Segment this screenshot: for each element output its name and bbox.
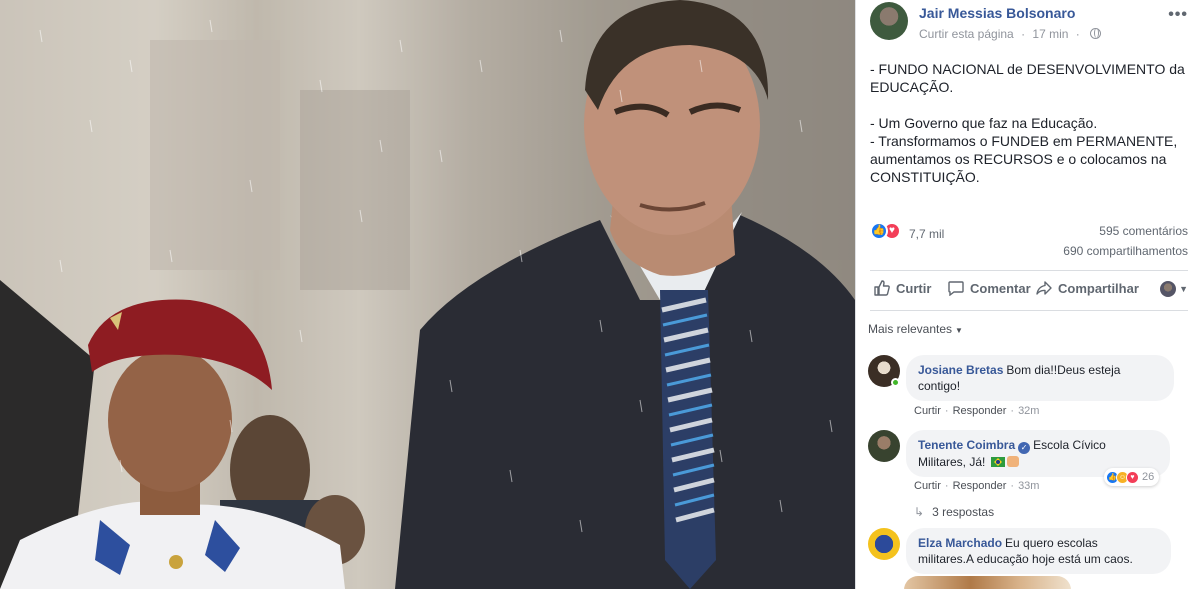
comment-reply-link[interactable]: Responder: [953, 405, 1007, 417]
comments-count[interactable]: 595 comentários: [1099, 224, 1188, 238]
viewer-avatar: [1160, 281, 1177, 297]
like-button[interactable]: Curtir: [874, 280, 931, 296]
sort-label: Mais relevantes: [868, 322, 953, 336]
commenter-name[interactable]: Tenente Coimbra: [918, 438, 1015, 452]
view-replies-link[interactable]: ↳ 3 respostas: [914, 505, 994, 519]
comment-like-link[interactable]: Curtir: [914, 405, 941, 417]
shares-count[interactable]: 690 compartilhamentos: [1063, 244, 1188, 258]
post-text-line: - Um Governo que faz na Educação.: [870, 115, 1098, 131]
reply-arrow-icon: ↳: [914, 505, 925, 519]
divider: [870, 270, 1188, 271]
comment-text: contigo!: [918, 379, 961, 393]
post-as-selector[interactable]: ▼: [1160, 281, 1188, 297]
comment-label: Comentar: [970, 280, 1031, 296]
comment-text: Escola Cívico: [1033, 438, 1106, 452]
comment-time[interactable]: 32m: [1018, 405, 1039, 417]
post-text-line: - FUNDO NACIONAL de DESENVOLVIMENTO da: [870, 61, 1185, 77]
comment-bubble: Elza Marchado Eu quero escolas militares.…: [906, 528, 1171, 574]
comment-actions: Curtir · Responder · 32m: [914, 405, 1040, 417]
commenter-avatar[interactable]: [868, 528, 900, 560]
reaction-count[interactable]: 7,7 mil: [909, 227, 944, 241]
post-text: - FUNDO NACIONAL de DESENVOLVIMENTO da E…: [870, 60, 1188, 186]
commenter-name[interactable]: Josiane Bretas: [918, 363, 1003, 377]
replies-label: 3 respostas: [932, 505, 995, 519]
post-panel: Jair Messias Bolsonaro Curtir esta págin…: [855, 0, 1200, 589]
photo-scene: [0, 0, 855, 589]
comment-text: Bom dia!!Deus esteja: [1006, 363, 1121, 377]
comment-icon: [948, 281, 964, 296]
fist-emoji-icon: [1006, 456, 1019, 467]
comment-like-link[interactable]: Curtir: [914, 480, 941, 492]
post-text-line: [870, 96, 1188, 114]
post-actions: Curtir Comentar Compartilhar ▼: [870, 278, 1188, 304]
love-reaction-icon: ♥: [1126, 470, 1139, 484]
share-label: Compartilhar: [1058, 280, 1139, 296]
caret-down-icon: ▼: [1179, 284, 1188, 294]
comment-text: Militares, Já!: [918, 455, 986, 469]
post-meta: Curtir esta página · 17 min ·: [919, 27, 1102, 41]
commenter-avatar[interactable]: [868, 430, 900, 462]
post-text-line: EDUCAÇÃO.: [870, 79, 954, 95]
reactions-bar: 👍 ♥ 7,7 mil 595 comentários 690 comparti…: [870, 222, 1188, 262]
online-status-icon: [891, 378, 900, 387]
divider: [870, 310, 1188, 311]
post-time[interactable]: 17 min: [1032, 27, 1068, 41]
post-text-line: - Transformamos o FUNDEB em PERMANENTE,: [870, 133, 1178, 149]
post-text-line: aumentamos os RECURSOS e o colocamos na: [870, 151, 1167, 167]
post-header: Jair Messias Bolsonaro Curtir esta págin…: [870, 2, 1190, 44]
comment-actions: Curtir · Responder · 33m: [914, 480, 1040, 492]
comment-text: Eu quero escolas: [1005, 536, 1098, 550]
like-page-link[interactable]: Curtir esta página: [919, 27, 1014, 41]
share-button[interactable]: Compartilhar: [1036, 280, 1139, 296]
verified-badge-icon: ✓: [1018, 442, 1031, 454]
commenter-name[interactable]: Elza Marchado: [918, 536, 1002, 550]
comment-sort-dropdown[interactable]: Mais relevantes ▼: [868, 322, 963, 336]
more-horizontal-icon[interactable]: •••: [1168, 6, 1188, 24]
like-reaction-icon: 👍: [870, 222, 888, 240]
meta-separator: ·: [1021, 27, 1026, 41]
thumbs-up-icon: [874, 280, 890, 296]
author-avatar[interactable]: [870, 2, 908, 40]
comment-reaction-count: 26: [1142, 471, 1155, 483]
comment-image-preview[interactable]: [904, 576, 1071, 589]
comment-reply-link[interactable]: Responder: [953, 480, 1007, 492]
globe-icon: [1090, 28, 1102, 39]
caret-down-icon: ▼: [955, 326, 963, 335]
post-text-line: CONSTITUIÇÃO.: [870, 169, 980, 185]
comment-time[interactable]: 33m: [1018, 480, 1039, 492]
post-photo[interactable]: [0, 0, 855, 589]
brazil-flag-icon: [990, 457, 1005, 467]
like-label: Curtir: [896, 280, 932, 296]
comment-text: militares.A educação hoje está um caos.: [918, 552, 1133, 566]
share-arrow-icon: [1036, 281, 1052, 295]
author-name[interactable]: Jair Messias Bolsonaro: [919, 5, 1075, 21]
meta-separator: ·: [1075, 27, 1080, 41]
comment-reactions[interactable]: 👍 ☺ ♥ 26: [1104, 468, 1160, 486]
comment-bubble: Josiane Bretas Bom dia!!Deus esteja conti…: [906, 355, 1174, 401]
comment-button[interactable]: Comentar: [948, 280, 1031, 296]
